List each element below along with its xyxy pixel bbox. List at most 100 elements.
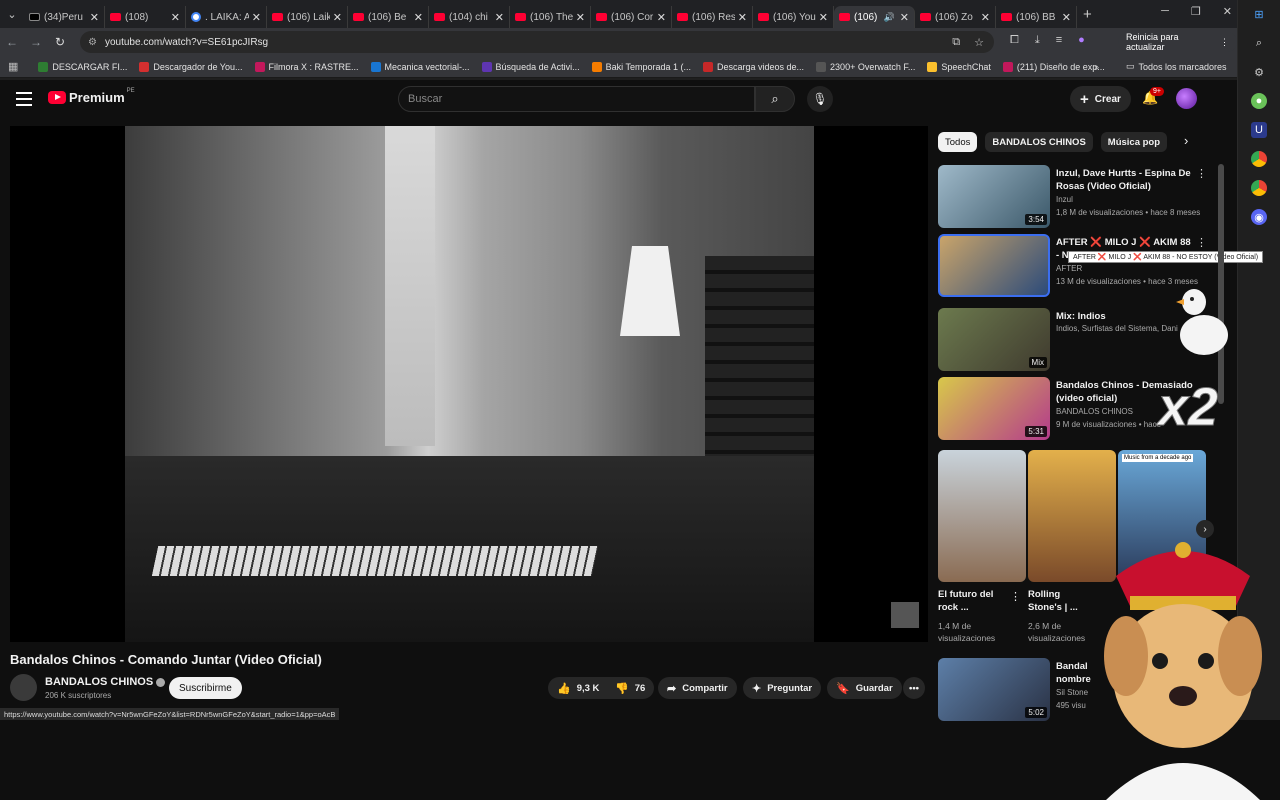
chat-icon[interactable]: ●: [1251, 93, 1267, 109]
site-info-icon[interactable]: ⚙: [88, 37, 97, 48]
ask-button[interactable]: ✦ Preguntar: [743, 677, 822, 699]
media-icon[interactable]: ≡: [1056, 34, 1062, 47]
more-vert-icon[interactable]: ⋮: [1196, 236, 1207, 249]
tab-search-icon[interactable]: ⌄: [0, 0, 24, 28]
u-icon[interactable]: U: [1251, 122, 1267, 138]
chip-all[interactable]: Todos: [938, 132, 978, 152]
close-tab-icon[interactable]: ✕: [576, 11, 585, 24]
bookmark-item[interactable]: DESCARGAR FI...: [38, 61, 127, 72]
speaker-icon[interactable]: 🔊: [884, 12, 895, 23]
dislike-count: 76: [634, 682, 646, 694]
chevron-right-icon[interactable]: ›: [1184, 133, 1188, 148]
chip-musica-pop[interactable]: Música pop: [1100, 132, 1168, 152]
close-tab-icon[interactable]: ✕: [981, 11, 990, 24]
tab-active[interactable]: (106) 🔊 ✕: [834, 6, 915, 28]
tab[interactable]: (34)Peru ✕: [24, 6, 105, 28]
star-icon[interactable]: ☆: [974, 36, 984, 49]
chrome-icon[interactable]: [1251, 151, 1267, 167]
bookmark-item[interactable]: Mecanica vectorial-...: [370, 61, 470, 72]
tab[interactable]: (106) Laik ✕: [267, 6, 348, 28]
relaunch-button[interactable]: Reinicia para actualizar ⋮: [1118, 32, 1237, 52]
close-tab-icon[interactable]: ✕: [333, 11, 342, 24]
like-button[interactable]: 👍 9,3 K: [548, 677, 610, 699]
profile-icon[interactable]: ●: [1078, 34, 1085, 47]
apps-icon[interactable]: ▦: [8, 60, 18, 73]
channel-watermark[interactable]: [891, 602, 919, 628]
search-button[interactable]: ⌕: [755, 86, 795, 112]
windows-icon[interactable]: ⊞: [1251, 6, 1267, 22]
tab[interactable]: (106) BB ✕: [996, 6, 1077, 28]
bookmark-item[interactable]: Baki Temporada 1 (...: [591, 61, 691, 72]
channel-name[interactable]: BANDALOS CHINOS: [45, 676, 166, 688]
close-tab-icon[interactable]: ✕: [1062, 11, 1071, 24]
chip-bandalos[interactable]: BANDALOS CHINOS: [985, 132, 1093, 152]
extensions-icon[interactable]: ⧠: [1010, 34, 1019, 47]
video-player[interactable]: [10, 126, 928, 642]
bookmark-icon: 🔖: [836, 682, 850, 695]
bookmark-item[interactable]: Búsqueda de Activi...: [481, 61, 580, 72]
discord-icon[interactable]: ◉: [1251, 209, 1267, 225]
more-vert-icon[interactable]: ⋮: [1010, 590, 1021, 603]
short-thumbnail[interactable]: [938, 450, 1026, 582]
youtube-icon: [110, 13, 121, 21]
save-button[interactable]: 🔖 Guardar: [827, 677, 902, 699]
settings-icon[interactable]: ⚙: [1251, 64, 1267, 80]
x2-overlay: x2: [1157, 377, 1219, 438]
more-vert-icon[interactable]: ⋮: [1220, 37, 1229, 48]
close-tab-icon[interactable]: ✕: [171, 11, 180, 24]
tab[interactable]: . LAIKA: A ✕: [186, 6, 267, 28]
tab[interactable]: (106) Res ✕: [672, 6, 753, 28]
tab[interactable]: (106) Be ✕: [348, 6, 429, 28]
tab[interactable]: (106) The ✕: [510, 6, 591, 28]
search-icon[interactable]: ⌕: [1251, 35, 1267, 51]
minimize-icon[interactable]: ─: [1161, 5, 1169, 18]
tab[interactable]: (108) ✕: [105, 6, 186, 28]
cast-icon[interactable]: ⧉: [952, 36, 960, 49]
bookmark-label: Descarga videos de...: [717, 61, 805, 72]
close-tab-icon[interactable]: ✕: [900, 11, 909, 24]
new-tab-icon[interactable]: +: [1083, 6, 1092, 23]
back-icon[interactable]: ←: [0, 35, 24, 49]
close-tab-icon[interactable]: ✕: [495, 11, 504, 24]
video-thumbnail: 5:02: [938, 658, 1050, 721]
channel-avatar[interactable]: [10, 674, 37, 701]
close-tab-icon[interactable]: ✕: [252, 11, 261, 24]
subscribe-button[interactable]: Suscribirme: [169, 677, 242, 699]
close-window-icon[interactable]: ✕: [1223, 5, 1232, 18]
voice-search-button[interactable]: 🎙: [807, 86, 833, 112]
close-tab-icon[interactable]: ✕: [738, 11, 747, 24]
search-input[interactable]: Buscar: [398, 86, 755, 112]
tab[interactable]: (106) Cor ✕: [591, 6, 672, 28]
more-vert-icon[interactable]: ⋮: [1196, 167, 1207, 180]
bookmark-item[interactable]: (211) Diseño de exp...: [1002, 61, 1105, 72]
close-tab-icon[interactable]: ✕: [414, 11, 423, 24]
create-button[interactable]: + Crear: [1070, 86, 1131, 112]
more-bookmarks-icon[interactable]: »: [1094, 62, 1099, 72]
chrome-icon[interactable]: [1251, 180, 1267, 196]
reload-icon[interactable]: ↻: [48, 35, 72, 49]
maximize-icon[interactable]: ❐: [1191, 5, 1201, 18]
avatar[interactable]: [1176, 88, 1197, 109]
close-tab-icon[interactable]: ✕: [819, 11, 828, 24]
forward-icon[interactable]: →: [24, 35, 48, 49]
tab[interactable]: (106) Zo ✕: [915, 6, 996, 28]
bookmark-item[interactable]: SpeechChat: [927, 61, 991, 72]
close-tab-icon[interactable]: ✕: [90, 11, 99, 24]
menu-icon[interactable]: [16, 92, 32, 106]
more-actions-button[interactable]: •••: [903, 677, 925, 699]
download-icon[interactable]: ⤓: [1035, 34, 1040, 47]
list-item[interactable]: 3:54 Inzul, Dave Hurtts - Espina De Rosa…: [938, 165, 1228, 229]
address-bar[interactable]: ⚙ youtube.com/watch?v=SE61pcJIRsg ⧉ ☆: [80, 31, 994, 53]
bookmark-item[interactable]: Filmora X : RASTRE...: [254, 61, 359, 72]
tab[interactable]: (106) You ✕: [753, 6, 834, 28]
dislike-button[interactable]: 👎 76: [606, 677, 655, 699]
tab[interactable]: (104) chi ✕: [429, 6, 510, 28]
share-button[interactable]: ➦ Compartir: [658, 677, 737, 699]
bookmark-item[interactable]: 2300+ Overwatch F...: [816, 61, 915, 72]
bookmark-item[interactable]: Descarga videos de...: [703, 61, 805, 72]
window-controls: ─ ❐ ✕: [1161, 5, 1232, 18]
close-tab-icon[interactable]: ✕: [657, 11, 666, 24]
all-bookmarks[interactable]: ▭ Todos los marcadores: [1126, 61, 1227, 72]
youtube-logo[interactable]: Premium PE: [48, 88, 135, 105]
bookmark-item[interactable]: Descargador de You...: [139, 61, 243, 72]
